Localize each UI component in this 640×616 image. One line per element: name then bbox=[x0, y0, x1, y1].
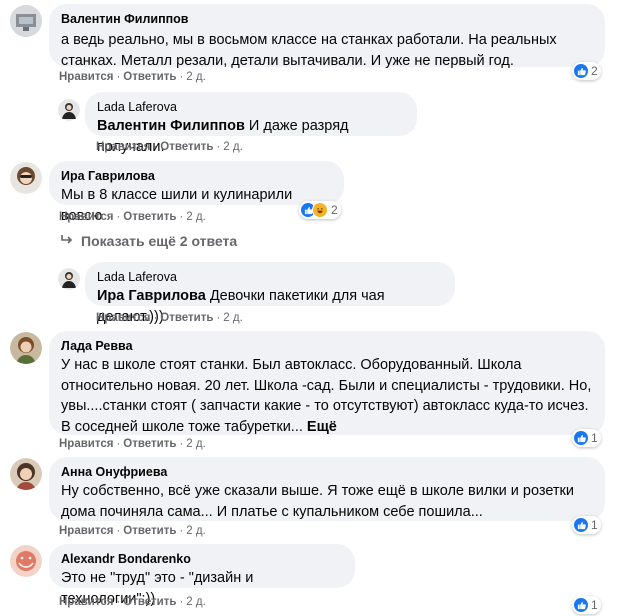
comment-timestamp[interactable]: 2 д. bbox=[223, 312, 243, 324]
comment-author[interactable]: Ира Гаврилова bbox=[61, 168, 332, 184]
comment-bubble: Валентин Филиппов а ведь реально, мы в в… bbox=[49, 4, 605, 69]
mention-link[interactable]: Валентин Филиппов bbox=[97, 118, 245, 134]
avatar[interactable] bbox=[58, 99, 80, 121]
comment-actions: Нравится · Ответить · 2 д. bbox=[96, 141, 243, 153]
show-more-replies-link[interactable]: Показать ещё 2 ответа bbox=[60, 233, 237, 249]
reactions-count: 2 bbox=[331, 203, 338, 217]
comment-text: а ведь реально, мы в восьмом классе на с… bbox=[61, 32, 557, 69]
reactions-count: 1 bbox=[591, 598, 598, 612]
comment-actions: Нравится · Ответить · 2 д. bbox=[59, 71, 206, 83]
comment-timestamp[interactable]: 2 д. bbox=[186, 211, 206, 223]
comment-author[interactable]: Анна Онуфриева bbox=[61, 464, 593, 480]
avatar[interactable] bbox=[10, 458, 42, 490]
reactions-count: 1 bbox=[591, 431, 598, 445]
reply-button[interactable]: Ответить bbox=[123, 211, 176, 223]
reactions-badge[interactable]: 1 bbox=[572, 429, 601, 447]
comment-bubble: Lada Laferova Ира Гаврилова Девочки паке… bbox=[85, 262, 455, 325]
comment-author[interactable]: Lada Laferova bbox=[97, 99, 405, 115]
comment-timestamp[interactable]: 2 д. bbox=[186, 525, 206, 537]
reply-button[interactable]: Ответить bbox=[123, 596, 176, 608]
reply-button[interactable]: Ответить bbox=[160, 312, 213, 324]
like-button[interactable]: Нравится bbox=[96, 141, 150, 153]
mention-link[interactable]: Ира Гаврилова bbox=[97, 288, 206, 304]
comment-actions: Нравится · Ответить · 2 д. bbox=[59, 211, 206, 223]
like-reaction-icon bbox=[574, 518, 588, 532]
comment-actions: Нравится · Ответить · 2 д. bbox=[59, 596, 206, 608]
reply-button[interactable]: Ответить bbox=[160, 141, 213, 153]
haha-reaction-icon bbox=[312, 202, 328, 218]
comment-actions: Нравится · Ответить · 2 д. bbox=[59, 438, 206, 450]
comment-bubble: Анна Онуфриева Ну собственно, всё уже ск… bbox=[49, 457, 605, 521]
comment-author[interactable]: Lada Laferova bbox=[97, 269, 443, 285]
comment-text: У нас в школе стоят станки. Был автоклас… bbox=[61, 357, 592, 435]
comment-author[interactable]: Лада Ревва bbox=[61, 338, 593, 354]
comment-timestamp[interactable]: 2 д. bbox=[186, 71, 206, 83]
reactions-count: 1 bbox=[591, 518, 598, 532]
reply-button[interactable]: Ответить bbox=[123, 525, 176, 537]
like-button[interactable]: Нравится bbox=[59, 211, 113, 223]
avatar[interactable] bbox=[10, 332, 42, 364]
like-reaction-icon bbox=[574, 64, 588, 78]
reactions-badge[interactable]: 1 bbox=[572, 516, 601, 534]
like-button[interactable]: Нравится bbox=[59, 438, 113, 450]
avatar[interactable] bbox=[10, 545, 42, 577]
comment-bubble: Ира Гаврилова Мы в 8 классе шили и кулин… bbox=[49, 161, 344, 224]
avatar[interactable] bbox=[10, 5, 42, 37]
comment-author[interactable]: Валентин Филиппов bbox=[61, 11, 593, 27]
reactions-badge[interactable]: 2 bbox=[299, 201, 341, 219]
comment-timestamp[interactable]: 2 д. bbox=[186, 438, 206, 450]
comment-bubble: Alexandr Bondarenko Это не "труд" это - … bbox=[49, 544, 355, 607]
like-button[interactable]: Нравится bbox=[59, 596, 113, 608]
comment-timestamp[interactable]: 2 д. bbox=[186, 596, 206, 608]
like-button[interactable]: Нравится bbox=[59, 525, 113, 537]
avatar[interactable] bbox=[58, 268, 80, 290]
comment-actions: Нравится · Ответить · 2 д. bbox=[59, 525, 206, 537]
show-more-replies-label: Показать ещё 2 ответа bbox=[81, 233, 238, 249]
like-reaction-icon bbox=[574, 598, 588, 612]
reply-button[interactable]: Ответить bbox=[123, 71, 176, 83]
comment-author[interactable]: Alexandr Bondarenko bbox=[61, 551, 343, 567]
reactions-badge[interactable]: 1 bbox=[572, 596, 601, 614]
comment-actions: Нравится · Ответить · 2 д. bbox=[96, 312, 243, 324]
like-button[interactable]: Нравится bbox=[59, 71, 113, 83]
like-reaction-icon bbox=[574, 431, 588, 445]
like-button[interactable]: Нравится bbox=[96, 312, 150, 324]
avatar[interactable] bbox=[10, 162, 42, 194]
comment-bubble: Lada Laferova Валентин Филиппов И даже р… bbox=[85, 92, 417, 155]
reply-button[interactable]: Ответить bbox=[123, 438, 176, 450]
comment-timestamp[interactable]: 2 д. bbox=[223, 141, 243, 153]
see-more-link[interactable]: Ещё bbox=[307, 419, 337, 435]
reactions-badge[interactable]: 2 bbox=[572, 62, 601, 80]
reactions-count: 2 bbox=[591, 64, 598, 78]
reply-arrow-icon bbox=[60, 233, 74, 249]
comment-text: Ну собственно, всё уже сказали выше. Я т… bbox=[61, 483, 574, 520]
comment-bubble: Лада Ревва У нас в школе стоят станки. Б… bbox=[49, 331, 605, 435]
